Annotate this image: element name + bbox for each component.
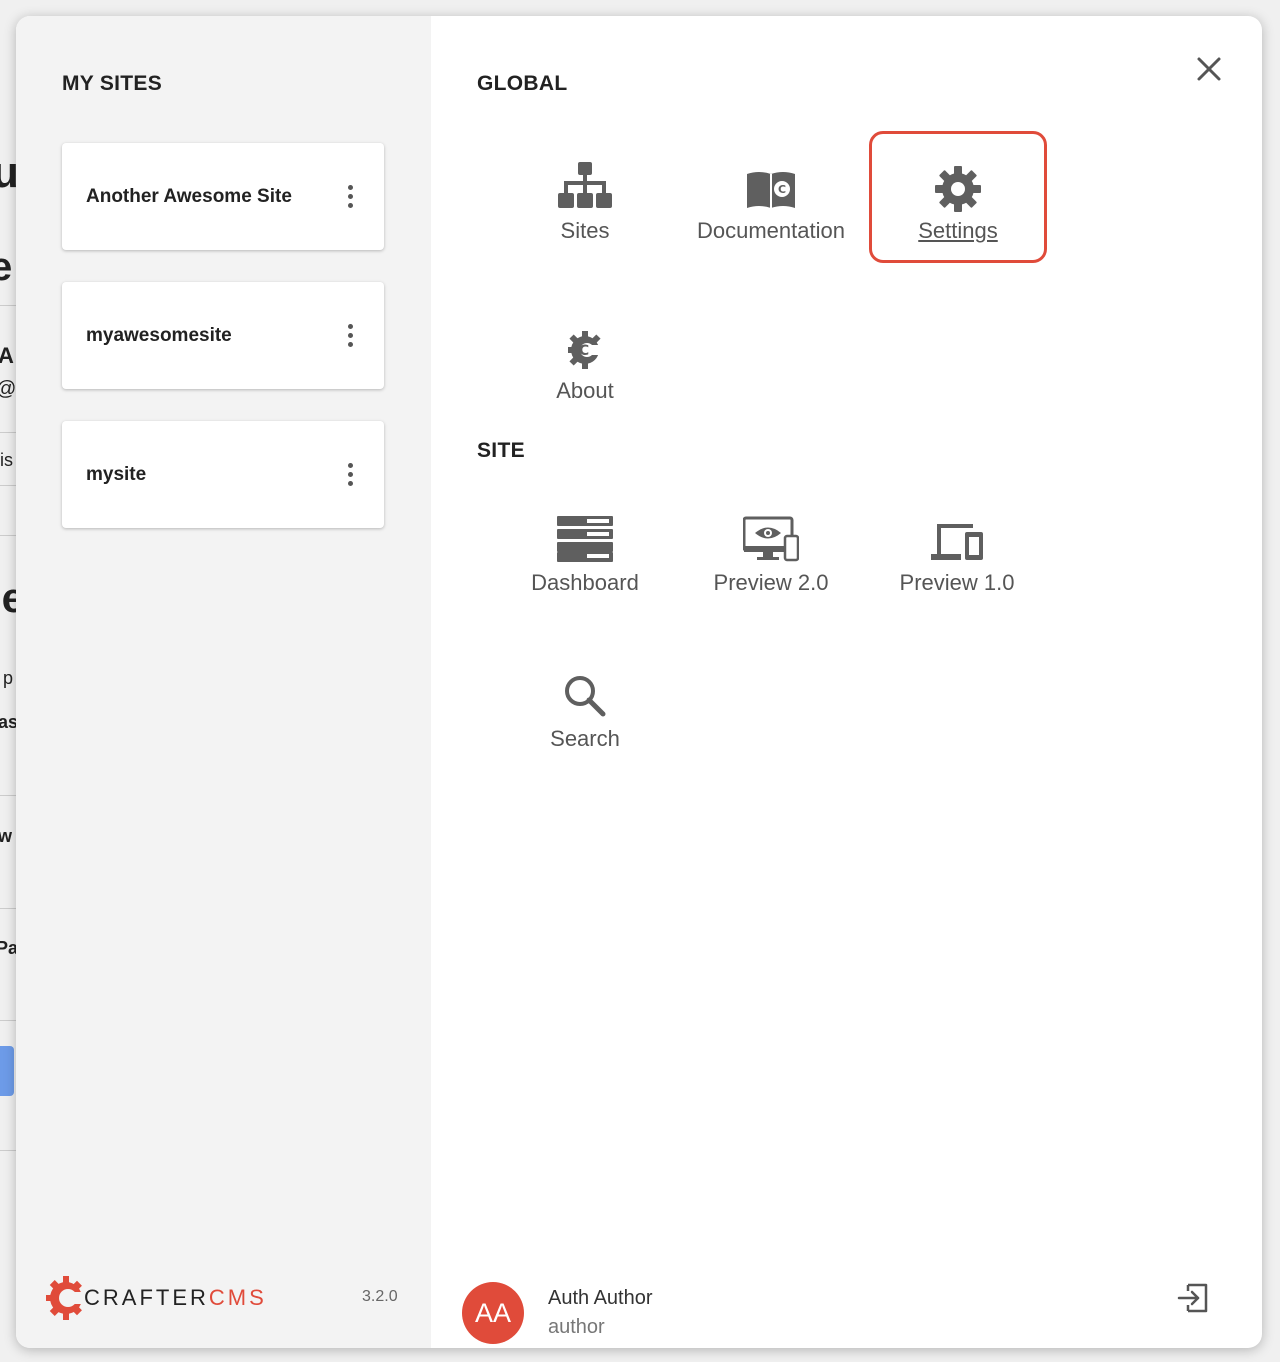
user-name: Auth Author: [548, 1287, 653, 1309]
site-card-name: mysite: [86, 463, 147, 485]
devices-icon: [931, 524, 983, 560]
documentation-icon: C: [747, 172, 795, 208]
background-text-fragment: A: [0, 343, 14, 368]
background-text-fragment: lis: [0, 450, 13, 470]
nav-item-label: Settings: [918, 218, 998, 243]
nav-item-label: Preview 1.0: [899, 570, 1015, 595]
nav-item-settings[interactable]: Settings: [869, 131, 1047, 263]
navigation-panel: GLOBAL Sites C Documentation Settings C …: [431, 16, 1262, 1348]
sites-icon: [558, 162, 612, 208]
nav-item-sites[interactable]: Sites: [495, 136, 675, 266]
background-text-fragment: e: [0, 245, 13, 289]
close-icon: [1197, 57, 1221, 81]
nav-item-label: About: [556, 378, 614, 403]
site-options-menu-icon[interactable]: [330, 316, 370, 356]
nav-item-label: Sites: [560, 218, 610, 243]
logout-button[interactable]: [1176, 1281, 1210, 1315]
user-role: author: [548, 1316, 605, 1338]
close-button[interactable]: [1192, 52, 1226, 86]
avatar: AA: [462, 1282, 524, 1344]
svg-text:C: C: [778, 183, 786, 196]
dashboard-icon: [557, 516, 613, 562]
preview-icon: [743, 516, 799, 562]
site-card-name: Another Awesome Site: [86, 185, 292, 207]
nav-item-preview-2[interactable]: Preview 2.0: [681, 488, 861, 618]
nav-item-label: Search: [550, 726, 620, 751]
nav-item-about[interactable]: C About: [495, 296, 675, 426]
background-button-fragment: [0, 1046, 14, 1096]
nav-item-label: Documentation: [697, 218, 845, 243]
site-section-title: SITE: [477, 439, 525, 462]
user-info-bar: AA Auth Author author: [462, 1282, 653, 1344]
background-text-fragment: @: [0, 378, 16, 401]
my-sites-panel: MY SITES Another Awesome Site myawesomes…: [16, 16, 431, 1348]
nav-item-documentation[interactable]: C Documentation: [681, 136, 861, 266]
nav-item-label: Preview 2.0: [713, 570, 829, 595]
version-label: 3.2.0: [362, 1288, 398, 1305]
site-card[interactable]: Another Awesome Site: [62, 143, 384, 250]
site-card[interactable]: mysite: [62, 421, 384, 528]
site-card[interactable]: myawesomesite: [62, 282, 384, 389]
global-section-title: GLOBAL: [477, 72, 568, 95]
search-icon: [565, 676, 606, 717]
nav-item-dashboard[interactable]: Dashboard: [495, 488, 675, 618]
logo-text: CRAFTERCMS: [84, 1285, 267, 1310]
crafter-logo-icon: C: [568, 331, 602, 369]
background-text-fragment: r p: [0, 668, 14, 688]
site-options-menu-icon[interactable]: [330, 177, 370, 217]
global-navigation-dialog: MY SITES Another Awesome Site myawesomes…: [16, 16, 1262, 1348]
nav-item-preview-1[interactable]: Preview 1.0: [867, 488, 1047, 618]
my-sites-title: MY SITES: [62, 72, 163, 95]
background-text-fragment: w: [0, 826, 13, 846]
site-options-menu-icon[interactable]: [330, 455, 370, 495]
gear-icon: [935, 166, 981, 212]
svg-text:C: C: [579, 343, 589, 359]
site-card-name: myawesomesite: [86, 324, 232, 346]
logout-icon: [1177, 1283, 1208, 1313]
nav-item-search[interactable]: Search: [495, 644, 675, 774]
craftercms-logo: CRAFTERCMS: [46, 1274, 267, 1322]
nav-item-label: Dashboard: [531, 570, 639, 595]
